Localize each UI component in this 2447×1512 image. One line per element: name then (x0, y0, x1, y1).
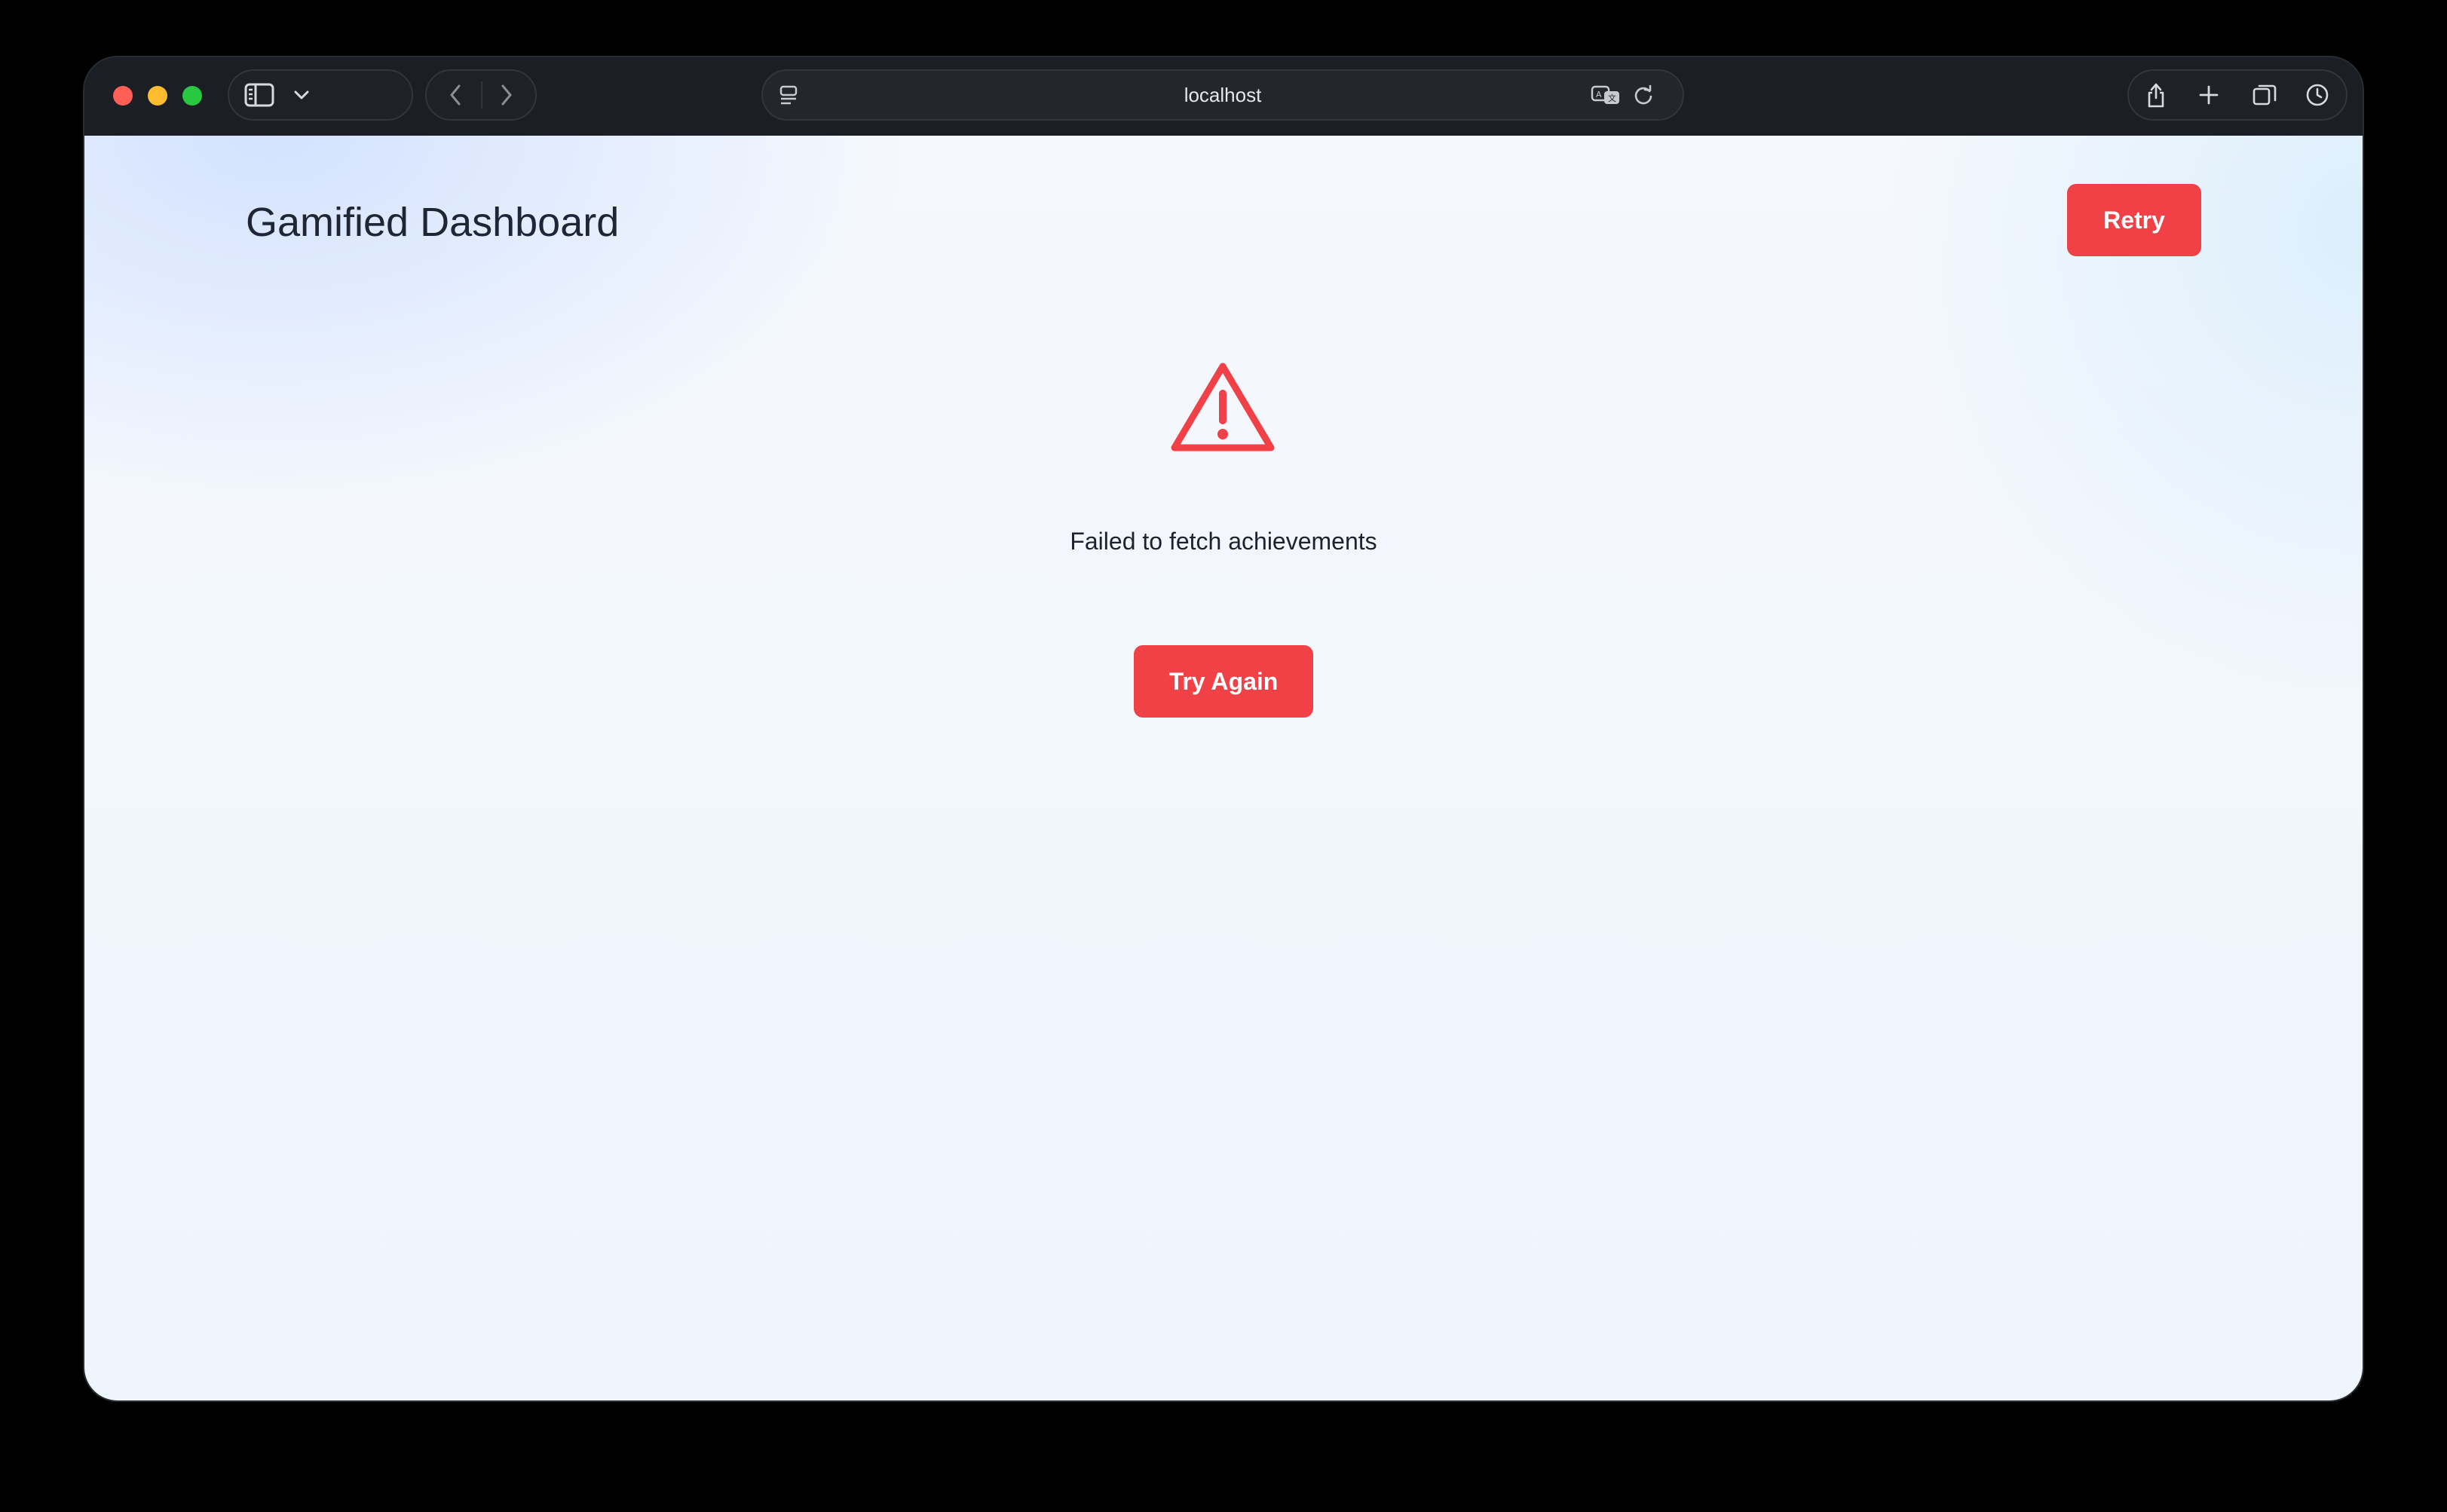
toolbar-actions (2127, 69, 2347, 121)
tab-overview-icon[interactable] (2248, 78, 2281, 112)
translate-icon[interactable]: A 文 (1589, 80, 1622, 110)
history-clock-icon[interactable] (2301, 78, 2334, 112)
page-title: Gamified Dashboard (246, 200, 620, 245)
svg-text:A: A (1596, 90, 1602, 99)
back-arrow-icon[interactable] (437, 80, 473, 110)
reload-icon[interactable] (1628, 80, 1658, 110)
navigation-group (425, 69, 537, 121)
warning-triangle-icon (1170, 360, 1276, 454)
try-again-button[interactable]: Try Again (1134, 645, 1313, 718)
share-icon[interactable] (2139, 78, 2173, 112)
zoom-window-button[interactable] (182, 86, 202, 106)
address-bar[interactable]: localhost A 文 (761, 69, 1684, 121)
retry-button[interactable]: Retry (2067, 184, 2201, 256)
svg-text:文: 文 (1608, 93, 1616, 103)
browser-toolbar: localhost A 文 (84, 57, 2363, 137)
sidebar-toggle-group (228, 69, 413, 121)
minimize-window-button[interactable] (148, 86, 167, 106)
error-message: Failed to fetch achievements (1070, 528, 1377, 555)
url-text[interactable]: localhost (763, 71, 1683, 119)
plus-icon[interactable] (2192, 78, 2225, 112)
browser-window: localhost A 文 Gamified Dashboard Retry F… (84, 57, 2363, 1400)
forward-arrow-icon[interactable] (488, 80, 525, 110)
sidebar-icon[interactable] (243, 80, 276, 110)
chevron-down-icon[interactable] (286, 80, 317, 110)
page-content: Gamified Dashboard Retry Failed to fetch… (84, 136, 2363, 1400)
nav-divider (481, 81, 482, 109)
close-window-button[interactable] (113, 86, 133, 106)
